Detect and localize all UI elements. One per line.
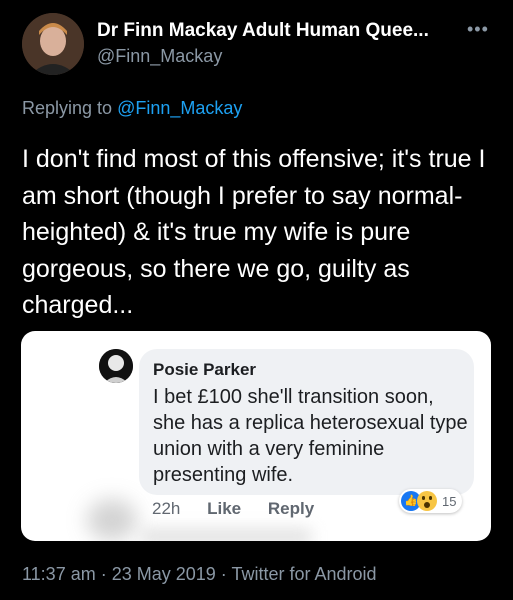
commenter-name: Posie Parker bbox=[153, 360, 257, 379]
comment-bubble: Posie Parker I bet £100 she'll transitio… bbox=[139, 349, 474, 495]
tweet-metadata: 11:37 am · 23 May 2019 · Twitter for And… bbox=[22, 564, 377, 585]
meta-separator: · bbox=[95, 564, 112, 584]
meta-separator: · bbox=[215, 564, 232, 584]
reaction-summary: 👍 15 bbox=[399, 489, 463, 513]
replying-to-link[interactable]: @Finn_Mackay bbox=[117, 98, 242, 118]
embedded-image[interactable]: Posie Parker I bet £100 she'll transitio… bbox=[21, 331, 491, 541]
comment-actions: 22h Like Reply bbox=[152, 499, 336, 519]
more-icon[interactable]: ••• bbox=[467, 20, 489, 38]
wow-reaction-icon bbox=[417, 491, 437, 511]
tweet-source[interactable]: Twitter for Android bbox=[231, 564, 376, 584]
tweet-time: 11:37 am bbox=[22, 564, 96, 584]
comment-like-label: Like bbox=[207, 499, 242, 518]
tweet-date: 23 May 2019 bbox=[111, 564, 216, 584]
author-handle[interactable]: @Finn_Mackay bbox=[97, 46, 222, 67]
tweet-text: I don't find most of this offensive; it'… bbox=[22, 145, 486, 319]
author-avatar[interactable] bbox=[22, 13, 84, 75]
replying-to: Replying to @Finn_Mackay bbox=[22, 98, 242, 119]
blurred-avatar bbox=[87, 499, 137, 541]
commenter-avatar bbox=[99, 349, 133, 383]
comment-text: I bet £100 she'll transition soon, she h… bbox=[153, 386, 468, 486]
comment-time: 22h bbox=[152, 499, 181, 518]
blurred-text bbox=[141, 529, 311, 541]
replying-prefix: Replying to bbox=[22, 98, 118, 118]
comment-reply-label: Reply bbox=[267, 499, 315, 518]
reaction-count: 15 bbox=[442, 493, 457, 509]
author-display-name[interactable]: Dr Finn Mackay Adult Human Quee... bbox=[97, 20, 429, 42]
